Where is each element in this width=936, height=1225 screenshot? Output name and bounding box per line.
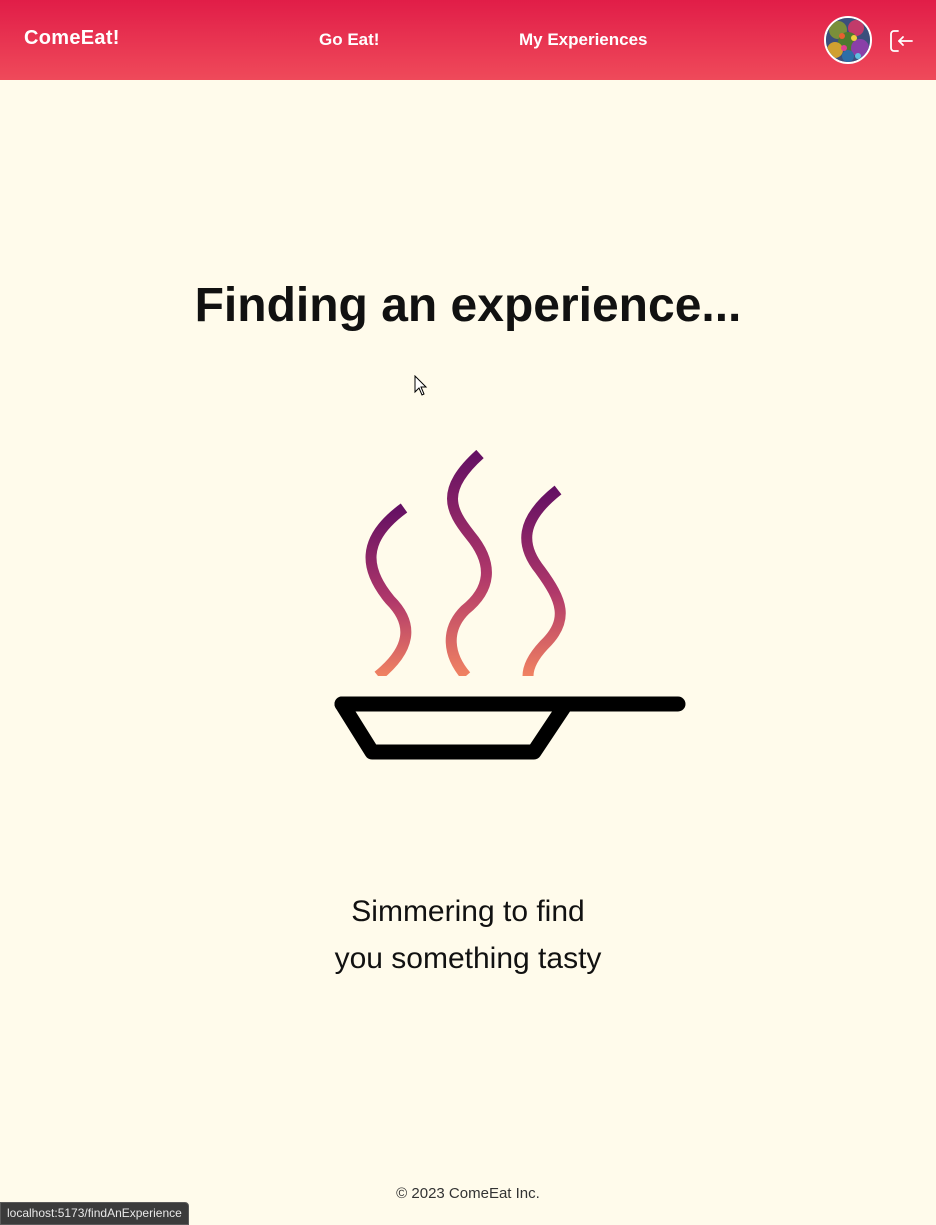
mouse-cursor-icon <box>414 375 428 396</box>
nav-link-my-experiences[interactable]: My Experiences <box>519 30 648 50</box>
steaming-pan-icon <box>334 450 686 760</box>
brand-logo[interactable]: ComeEat! <box>24 27 120 50</box>
avatar-image <box>826 18 870 62</box>
steam-right <box>521 485 566 677</box>
steam-plumes <box>365 450 566 681</box>
browser-status-url: localhost:5173/findAnExperience <box>0 1202 189 1225</box>
frying-pan <box>334 696 686 760</box>
caption-line-1: Simmering to find <box>351 895 585 928</box>
top-navbar: ComeEat! Go Eat! My Experiences <box>0 0 936 80</box>
steam-middle <box>445 450 492 680</box>
user-avatar[interactable] <box>824 16 872 64</box>
caption-line-2: you something tasty <box>334 942 602 975</box>
steam-left <box>365 503 412 681</box>
nav-link-go-eat[interactable]: Go Eat! <box>319 30 379 50</box>
footer-copyright: © 2023 ComeEat Inc. <box>396 1185 540 1202</box>
loading-caption: Simmering to find you something tasty <box>0 888 936 982</box>
page-title: Finding an experience... <box>194 279 742 332</box>
logout-icon[interactable] <box>888 28 914 54</box>
